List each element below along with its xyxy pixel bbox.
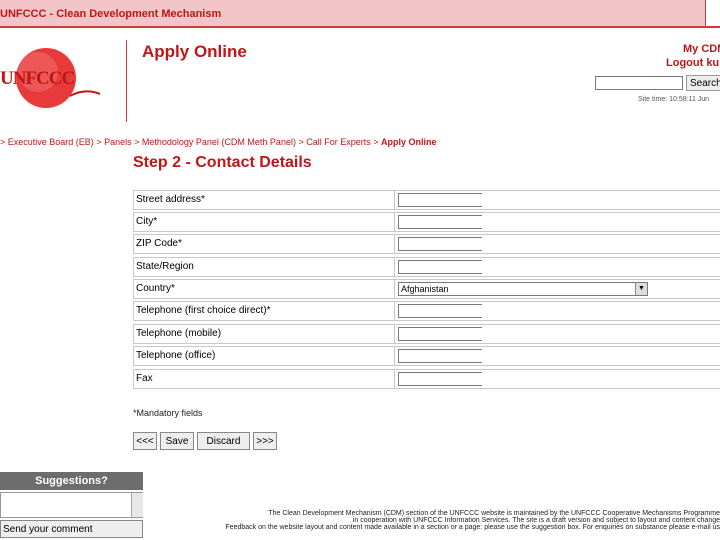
telephone-office-label: Telephone (office)	[136, 350, 216, 361]
logout-link[interactable]: Logout ku	[666, 57, 719, 69]
breadcrumb-item-executive-board[interactable]: > Executive Board (EB) >	[0, 137, 102, 147]
row-divider	[394, 302, 395, 320]
breadcrumb-current: Apply Online	[381, 137, 437, 147]
previous-button[interactable]: <<<	[133, 432, 157, 450]
title-bar-control[interactable]	[705, 0, 720, 26]
country-select[interactable]: Afghanistan ▼	[398, 282, 648, 296]
footer-line-2: in cooperation with UNFCCC Information S…	[352, 517, 720, 524]
form-row-telephone-office: Telephone (office)	[133, 346, 720, 366]
send-comment-button[interactable]: Send your comment	[0, 520, 143, 538]
form-row-state: State/Region	[133, 257, 720, 277]
form-row-telephone-direct: Telephone (first choice direct)*	[133, 301, 720, 321]
row-divider	[394, 325, 395, 343]
fax-input[interactable]	[398, 372, 482, 386]
city-input[interactable]	[398, 215, 482, 229]
save-button[interactable]: Save	[160, 432, 194, 450]
footer-line-3: Feedback on the website layout and conte…	[225, 524, 720, 531]
zip-code-input[interactable]	[398, 237, 482, 251]
logo-text: UNFCCC	[0, 68, 75, 89]
fax-label: Fax	[136, 373, 153, 384]
suggestions-heading: Suggestions?	[0, 472, 143, 490]
country-select-value: Afghanistan	[401, 284, 449, 294]
form-row-street: Street address*	[133, 190, 720, 210]
street-address-input[interactable]	[398, 193, 482, 207]
zip-code-label: ZIP Code*	[136, 238, 182, 249]
step-title: Step 2 - Contact Details	[133, 154, 312, 171]
telephone-direct-input[interactable]	[398, 304, 482, 318]
breadcrumb: > Executive Board (EB) > Panels > Method…	[0, 137, 437, 147]
next-button[interactable]: >>>	[253, 432, 277, 450]
state-region-label: State/Region	[136, 261, 194, 272]
form-row-telephone-mobile: Telephone (mobile)	[133, 324, 720, 344]
my-cdm-link[interactable]: My CDM	[683, 43, 720, 55]
scrollbar[interactable]	[131, 493, 143, 517]
row-divider	[394, 235, 395, 253]
header-divider	[126, 40, 127, 122]
form-row-fax: Fax	[133, 369, 720, 389]
row-divider	[394, 280, 395, 298]
country-label: Country*	[136, 283, 175, 294]
chevron-down-icon[interactable]: ▼	[635, 283, 647, 295]
breadcrumb-item-panels[interactable]: Panels >	[104, 137, 139, 147]
discard-button[interactable]: Discard	[197, 432, 250, 450]
telephone-office-input[interactable]	[398, 349, 482, 363]
row-divider	[394, 347, 395, 365]
mandatory-note: *Mandatory fields	[133, 408, 203, 418]
city-label: City*	[136, 216, 158, 227]
page-title: Apply Online	[142, 42, 247, 61]
breadcrumb-item-call-for-experts[interactable]: Call For Experts >	[306, 137, 378, 147]
row-divider	[394, 258, 395, 276]
form-row-country: Country* Afghanistan ▼	[133, 279, 720, 299]
row-divider	[394, 213, 395, 231]
footer-line-1: The Clean Development Mechanism (CDM) se…	[268, 510, 720, 517]
telephone-mobile-label: Telephone (mobile)	[136, 328, 222, 339]
form-row-city: City*	[133, 212, 720, 232]
search-input[interactable]	[595, 76, 683, 90]
street-address-label: Street address*	[136, 194, 205, 205]
telephone-direct-label: Telephone (first choice direct)*	[136, 305, 271, 316]
breadcrumb-item-meth-panel[interactable]: Methodology Panel (CDM Meth Panel) >	[142, 137, 304, 147]
row-divider	[394, 370, 395, 388]
footer: The Clean Development Mechanism (CDM) se…	[150, 510, 720, 531]
window-title: UNFCCC - Clean Development Mechanism	[0, 8, 222, 20]
site-time: Site time: 10:58:11 Jun	[638, 96, 710, 103]
telephone-mobile-input[interactable]	[398, 327, 482, 341]
form-row-zip: ZIP Code*	[133, 234, 720, 254]
suggestion-textarea[interactable]	[0, 492, 143, 518]
row-divider	[394, 191, 395, 209]
search-button[interactable]: Search	[686, 75, 720, 91]
state-region-input[interactable]	[398, 260, 482, 274]
